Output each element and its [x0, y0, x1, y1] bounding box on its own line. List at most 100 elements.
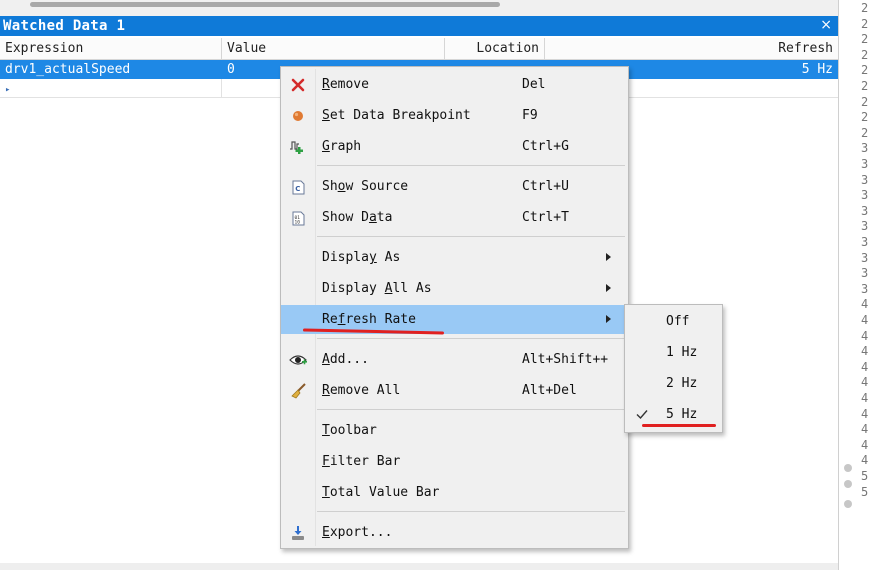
menu-item-remove[interactable]: Remove Del	[281, 70, 628, 99]
row-expression: drv1_actualSpeed	[5, 62, 131, 77]
gutter-line-number: 3	[861, 172, 869, 187]
menu-item-shortcut: Ctrl+T	[522, 210, 569, 225]
gutter-line-number: 4	[861, 391, 869, 405]
refresh-option-off[interactable]: Off	[625, 307, 722, 337]
annotation-underline-5hz	[642, 424, 716, 427]
gutter-line-number: 3	[861, 281, 869, 296]
menu-item-display-as[interactable]: Display As	[281, 243, 628, 272]
gutter-line-number: 2	[861, 125, 869, 140]
menu-separator	[317, 338, 625, 339]
menu-item-label: Set Data Breakpoint	[322, 108, 471, 123]
menu-item-label: Filter Bar	[322, 454, 401, 469]
menu-item-total-value-bar[interactable]: Total Value Bar	[281, 478, 628, 507]
gutter-line-number: 3	[861, 157, 869, 171]
gutter-line-number: 3	[861, 250, 869, 265]
menu-item-label: Remove	[322, 77, 369, 92]
menu-item-label: Show Source	[322, 179, 409, 194]
gutter-marker-dot-icon[interactable]	[844, 500, 852, 508]
menu-item-label: Display All As	[322, 281, 432, 296]
top-scrollbar[interactable]	[0, 0, 838, 16]
menu-item-label: Toolbar	[322, 423, 377, 438]
menu-item-label: Graph	[322, 139, 362, 154]
menu-item-label: Remove All	[322, 383, 401, 398]
menu-item-shortcut: Del	[522, 77, 546, 92]
submenu-arrow-icon	[606, 284, 611, 292]
gutter-line-number: 4	[861, 313, 869, 327]
menu-item-show-source[interactable]: C Show Source Ctrl+U	[281, 172, 628, 201]
column-header-expression[interactable]: Expression	[0, 38, 222, 60]
menu-item-export[interactable]: Export...	[281, 518, 628, 547]
graph-icon	[289, 138, 307, 156]
refresh-option-label: 1 Hz	[666, 345, 698, 360]
broom-icon	[289, 382, 307, 400]
gutter-line-number: 2	[861, 63, 869, 78]
gutter-line-number: 4	[861, 297, 869, 312]
menu-item-shortcut: F9	[522, 108, 538, 123]
menu-separator	[317, 236, 625, 237]
gutter-line-number: 3	[861, 266, 869, 281]
gutter-marker-dot-icon[interactable]	[844, 464, 852, 472]
submenu-arrow-icon	[606, 253, 611, 261]
menu-item-label: Total Value Bar	[322, 485, 440, 500]
menu-item-label: Show Data	[322, 210, 393, 225]
gutter-line-number: 2	[861, 110, 869, 125]
menu-separator	[317, 409, 625, 410]
gutter-line-number: 4	[861, 453, 869, 468]
close-panel-button[interactable]: ×	[820, 17, 832, 33]
gutter-line-number: 2	[861, 47, 869, 62]
menu-item-show-data[interactable]: 01 10 Show Data Ctrl+T	[281, 203, 628, 232]
refresh-option-label: Off	[666, 314, 690, 329]
gutter-line-number: 2	[861, 16, 869, 31]
add-row-cell[interactable]: ▸	[0, 79, 222, 98]
gutter-line-number: 4	[861, 437, 869, 452]
orange-dot-icon	[289, 107, 307, 125]
watch-panel-title: Watched Data 1	[3, 18, 126, 34]
gutter-line-number: 3	[861, 235, 869, 249]
gutter-line-number: 3	[861, 219, 869, 234]
gutter-line-number: 4	[861, 328, 869, 343]
menu-item-filter-bar[interactable]: Filter Bar	[281, 447, 628, 476]
menu-item-shortcut: Alt+Del	[522, 383, 577, 398]
menu-item-shortcut: Ctrl+G	[522, 139, 569, 154]
bottom-scrollbar[interactable]	[0, 563, 838, 570]
gutter-line-number: 3	[861, 188, 869, 203]
menu-item-remove-all[interactable]: Remove All Alt+Del	[281, 376, 628, 405]
editor-gutter: 22222222233333333334444444444455	[838, 0, 871, 570]
menu-item-shortcut: Alt+Shift++	[522, 352, 609, 367]
menu-item-label: Export...	[322, 525, 393, 540]
menu-item-add[interactable]: Add... Alt+Shift++	[281, 345, 628, 374]
c-file-icon: C	[289, 178, 307, 196]
watch-panel-title-bar: Watched Data 1 ×	[0, 16, 838, 36]
gutter-line-number: 3	[861, 203, 869, 218]
refresh-option-label: 2 Hz	[666, 376, 698, 391]
column-header-refresh[interactable]: Refresh	[545, 38, 838, 60]
svg-text:10: 10	[294, 219, 300, 225]
gutter-line-number: 3	[861, 141, 869, 156]
column-header-location[interactable]: Location	[445, 38, 545, 60]
gutter-line-number: 2	[861, 1, 869, 15]
gutter-line-number: 2	[861, 79, 869, 93]
refresh-option-1hz[interactable]: 1 Hz	[625, 338, 722, 368]
submenu-arrow-icon	[606, 315, 611, 323]
svg-text:C: C	[295, 185, 300, 193]
gutter-line-number: 4	[861, 359, 869, 374]
menu-separator	[317, 511, 625, 512]
add-row-marker-icon: ▸	[5, 85, 11, 95]
checkmark-icon	[635, 407, 649, 421]
eye-icon	[289, 351, 307, 369]
menu-item-graph[interactable]: Graph Ctrl+G	[281, 132, 628, 161]
menu-item-set-data-breakpoint[interactable]: Set Data Breakpoint F9	[281, 101, 628, 130]
refresh-option-2hz[interactable]: 2 Hz	[625, 369, 722, 399]
gutter-line-number: 4	[861, 406, 869, 421]
gutter-line-number: 5	[861, 484, 869, 499]
menu-item-display-all-as[interactable]: Display All As	[281, 274, 628, 303]
column-header-value[interactable]: Value	[222, 38, 445, 60]
menu-item-toolbar[interactable]: Toolbar	[281, 416, 628, 445]
menu-item-label: Add...	[322, 352, 369, 367]
menu-separator	[317, 165, 625, 166]
top-scrollbar-thumb[interactable]	[30, 2, 500, 7]
refresh-rate-submenu: Off 1 Hz 2 Hz 5 Hz	[624, 304, 723, 433]
gutter-line-number: 2	[861, 94, 869, 109]
gutter-marker-dot-icon[interactable]	[844, 480, 852, 488]
gutter-line-number: 4	[861, 422, 869, 437]
